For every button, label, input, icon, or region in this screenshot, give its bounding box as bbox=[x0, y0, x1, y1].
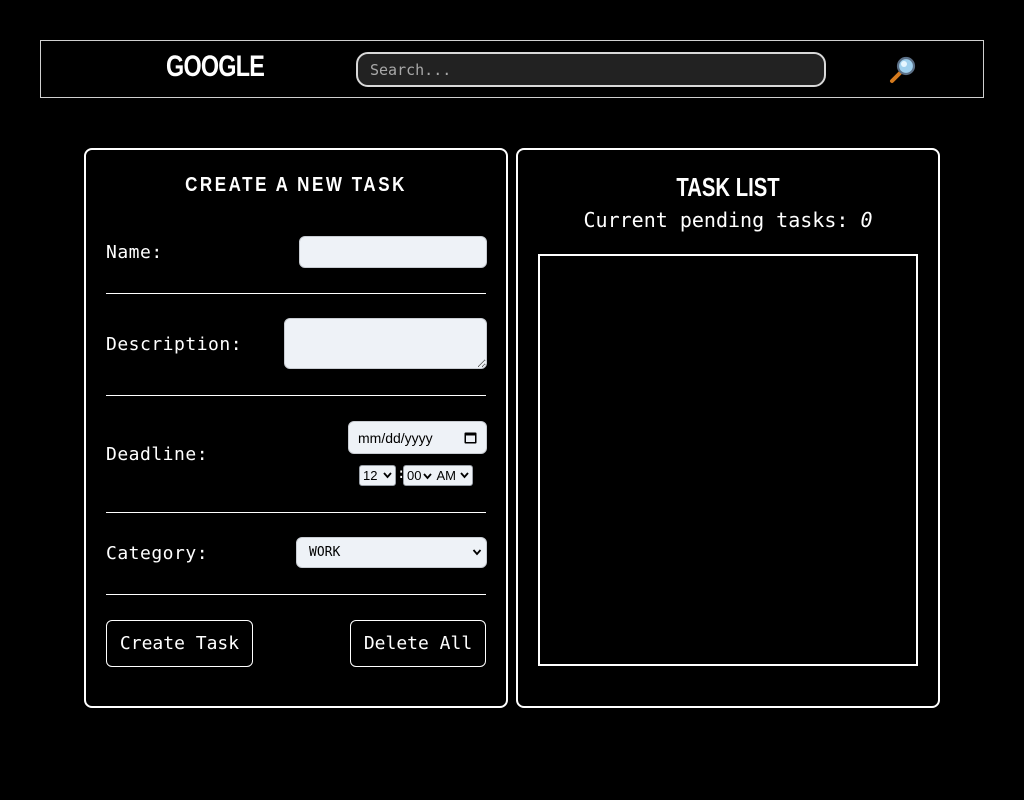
task-description-textarea[interactable] bbox=[284, 318, 487, 369]
date-placeholder: mm/dd/yyyy bbox=[358, 429, 433, 446]
hour-select[interactable]: 12 bbox=[359, 465, 396, 486]
form-divider bbox=[106, 594, 486, 595]
pending-tasks-status: Current pending tasks: 0 bbox=[518, 208, 938, 232]
form-divider bbox=[106, 395, 486, 396]
category-select[interactable]: WORK bbox=[296, 537, 487, 568]
task-list-panel: TASK LIST Current pending tasks: 0 bbox=[516, 148, 940, 708]
category-label: Category: bbox=[106, 543, 209, 564]
task-list-container bbox=[538, 254, 918, 666]
create-task-panel: CREATE A NEW TASK Name: Description: Dea… bbox=[84, 148, 508, 708]
chevron-down-icon bbox=[472, 549, 482, 556]
top-navbar: GOOGLE bbox=[40, 40, 984, 98]
create-task-button[interactable]: Create Task bbox=[106, 620, 253, 667]
minute-meridiem-select[interactable]: 00 AM bbox=[403, 465, 473, 486]
description-label: Description: bbox=[106, 334, 243, 355]
brand-logo-text[interactable]: GOOGLE bbox=[166, 50, 265, 84]
chevron-down-icon bbox=[383, 472, 392, 479]
deadline-date-input[interactable]: mm/dd/yyyy bbox=[348, 421, 487, 454]
magnifying-glass-icon bbox=[890, 56, 916, 83]
name-label: Name: bbox=[106, 242, 163, 263]
calendar-icon[interactable] bbox=[464, 431, 477, 444]
minute-value: 00 bbox=[407, 468, 422, 483]
delete-all-button[interactable]: Delete All bbox=[350, 620, 486, 667]
category-value: WORK bbox=[309, 545, 341, 560]
meridiem-value: AM bbox=[436, 468, 456, 483]
search-input[interactable] bbox=[356, 52, 826, 87]
chevron-down-icon bbox=[460, 472, 469, 479]
hour-value: 12 bbox=[363, 468, 378, 483]
form-divider bbox=[106, 293, 486, 294]
create-task-title: CREATE A NEW TASK bbox=[185, 174, 407, 196]
deadline-label: Deadline: bbox=[106, 444, 209, 465]
task-list-title: TASK LIST bbox=[676, 172, 780, 202]
form-divider bbox=[106, 512, 486, 513]
search-button[interactable] bbox=[886, 51, 922, 87]
task-name-input[interactable] bbox=[299, 236, 487, 268]
pending-tasks-label: Current pending tasks: bbox=[583, 208, 861, 232]
pending-tasks-count: 0 bbox=[860, 208, 873, 232]
chevron-down-icon bbox=[423, 472, 433, 479]
